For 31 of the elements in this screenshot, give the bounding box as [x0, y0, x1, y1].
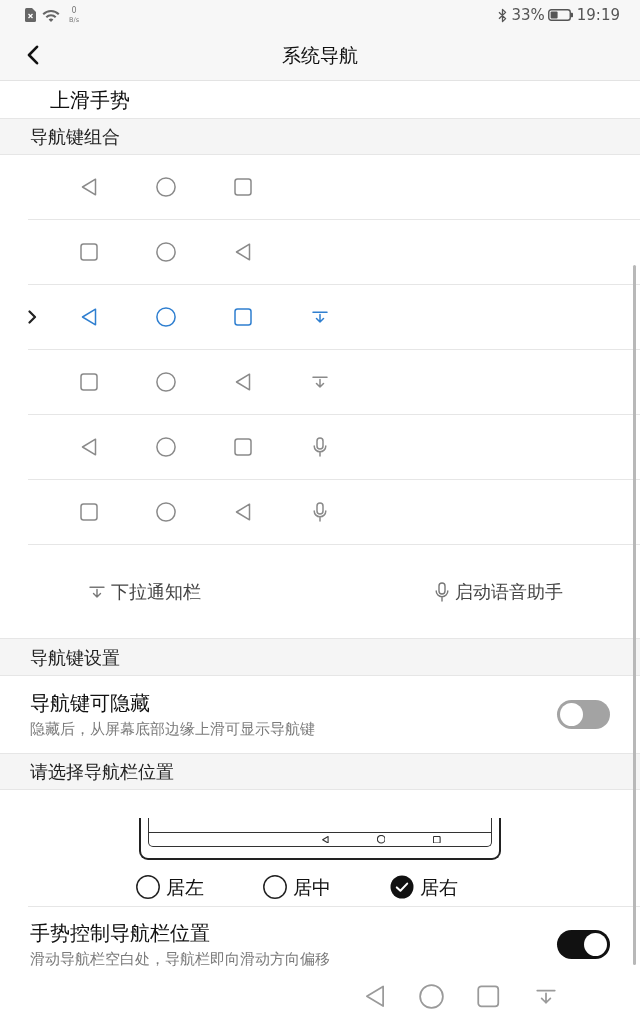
section-header: 导航键设置 [0, 638, 640, 676]
setting-title: 手势控制导航栏位置 [30, 920, 210, 946]
sim-card-icon [25, 8, 36, 22]
position-radio-option[interactable]: 居中 [263, 872, 331, 902]
network-speed-value: 0 [71, 6, 77, 15]
setting-description: 隐藏后，从屏幕底部边缘上滑可显示导航键 [30, 719, 315, 739]
position-radio-option[interactable]: 居左 [136, 872, 204, 902]
legend-label: 下拉通知栏 [111, 580, 201, 604]
gesture-option-label[interactable]: 上滑手势 [50, 84, 130, 115]
section-header: 导航键组合 [0, 118, 640, 155]
triangle-icon [322, 835, 330, 844]
bluetooth-icon [498, 7, 508, 23]
down-arrow-bar-icon [89, 585, 105, 598]
back-chevron-icon [27, 45, 39, 65]
triangle-icon [364, 985, 385, 1008]
setting-title: 导航键可隐藏 [30, 690, 150, 716]
page-title: 系统导航 [282, 43, 358, 67]
square-icon [477, 985, 500, 1008]
battery-icon [547, 9, 573, 21]
down-arrow-bar-icon [535, 989, 556, 1004]
toggle-switch[interactable] [557, 700, 610, 729]
legend-label: 启动语音助手 [455, 580, 563, 604]
setting-description: 滑动导航栏空白处，导航栏即向滑动方向偏移 [30, 949, 330, 969]
position-radio-option[interactable]: 居右 [390, 872, 458, 902]
section-header: 请选择导航栏位置 [0, 753, 640, 790]
circle-icon [419, 984, 444, 1009]
clock-time: 19:19 [576, 4, 620, 26]
battery-percentage: 33% [511, 4, 545, 26]
microphone-icon [435, 581, 449, 602]
wifi-icon [42, 8, 60, 22]
toggle-switch[interactable] [557, 930, 610, 959]
